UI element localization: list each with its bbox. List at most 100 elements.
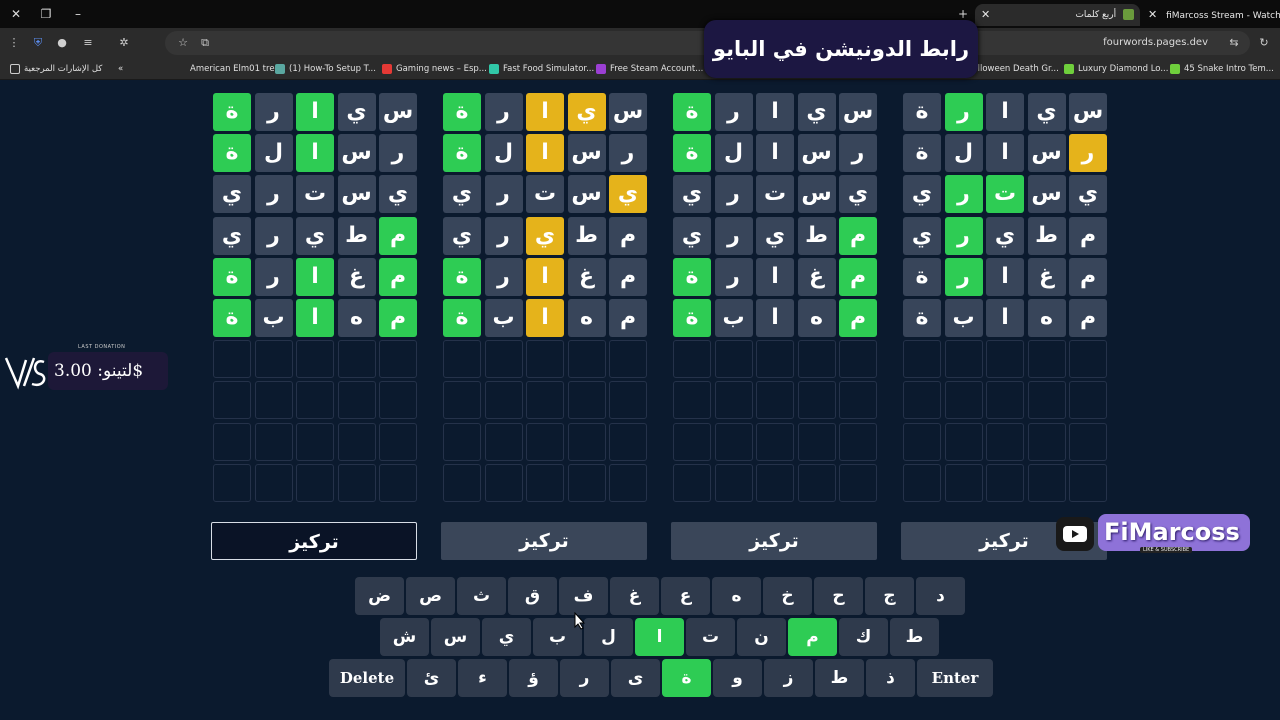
keyboard-key[interactable]: ا — [635, 618, 684, 656]
keyboard-key[interactable]: ص — [406, 577, 455, 615]
youtube-icon — [382, 63, 392, 74]
keyboard-key[interactable]: ه — [712, 577, 761, 615]
letter-tile: ل — [944, 134, 983, 173]
close-tab-icon[interactable]: ✕ — [981, 4, 990, 26]
letter-tile: ة — [903, 93, 941, 131]
board-grid: سيارةرسالةيستريمطيريمغارةمهابة — [671, 93, 885, 505]
empty-tile — [443, 381, 481, 420]
keyboard-key[interactable]: ش — [380, 618, 429, 656]
reload-icon[interactable]: ↻ — [1256, 35, 1272, 51]
empty-tile — [903, 381, 941, 420]
bookmark-star-icon[interactable]: ☆ — [175, 35, 191, 51]
letter-tile: ي — [567, 93, 606, 131]
keyboard-key[interactable]: ح — [814, 577, 863, 615]
bookmark-all[interactable]: كل الإشارات المرجعية — [10, 58, 102, 80]
letter-tile: س — [379, 93, 417, 131]
menu-icon[interactable]: ⋮ — [6, 35, 22, 51]
keyboard-key[interactable]: ك — [839, 618, 888, 656]
keyboard-key[interactable]: ل — [584, 618, 633, 656]
keyboard-key[interactable]: ئ — [407, 659, 456, 697]
keyboard-key[interactable]: ع — [661, 577, 710, 615]
keyboard-key[interactable]: ز — [764, 659, 813, 697]
bookmark-item[interactable]: Gaming news – Esp... — [382, 58, 487, 80]
focus-button[interactable]: تركيز — [671, 522, 877, 560]
keyboard-key[interactable]: خ — [763, 577, 812, 615]
keyboard-key[interactable]: ء — [458, 659, 507, 697]
url-text[interactable]: fourwords.pages.dev — [1103, 31, 1208, 55]
keyboard-key[interactable]: ف — [559, 577, 608, 615]
empty-tile — [714, 422, 753, 461]
bookmark-item[interactable]: (1) How-To Setup T... — [275, 58, 376, 80]
extensions-icon[interactable]: ≡ — [80, 35, 96, 51]
site-settings-icon[interactable]: ⇆ — [1226, 35, 1242, 51]
keyboard-key[interactable]: ج — [865, 577, 914, 615]
close-window-icon[interactable]: ✕ — [8, 6, 24, 22]
keyboard-key[interactable]: ث — [457, 577, 506, 615]
bookmarks-bar: كل الإشارات المرجعية « American Elm01 tr… — [0, 58, 1280, 80]
minimize-window-icon[interactable]: – — [70, 6, 86, 22]
empty-tile — [213, 463, 251, 502]
chevron-left-icon[interactable]: « — [118, 58, 123, 80]
keyboard-key[interactable]: ر — [560, 659, 609, 697]
letter-tile: ي — [673, 216, 711, 255]
bookmark-item[interactable]: American Elm01 tre... — [190, 58, 283, 80]
empty-tile — [337, 422, 376, 461]
empty-tile — [1027, 463, 1066, 502]
letter-tile: ط — [337, 216, 376, 255]
keyboard-key[interactable]: غ — [610, 577, 659, 615]
keyboard-key[interactable]: د — [916, 577, 965, 615]
focus-button[interactable]: تركيز — [441, 522, 647, 560]
letter-tile: ر — [714, 175, 753, 214]
letter-tile: ت — [526, 175, 564, 214]
puzzle-icon[interactable]: ✲ — [116, 35, 132, 51]
empty-tile — [379, 340, 417, 379]
profile-icon[interactable]: ● — [54, 35, 70, 51]
keyboard-key[interactable]: ت — [686, 618, 735, 656]
shield-icon[interactable]: ⛨ — [30, 35, 46, 51]
enter-key[interactable]: Enter — [917, 659, 993, 697]
streamer-logo-icon — [4, 357, 46, 390]
keyboard-key[interactable]: ط — [890, 618, 939, 656]
restore-window-icon[interactable]: ❐ — [38, 6, 54, 22]
letter-tile: ي — [337, 93, 376, 131]
install-app-icon[interactable]: ⧉ — [197, 35, 213, 51]
keyboard-key[interactable]: ي — [482, 618, 531, 656]
browser-toolbar: ⋮ ⛨ ● ≡ ✲ ☆ ⧉ fourwords.pages.dev ⇆ ↻ — [0, 28, 1280, 58]
tab-stream[interactable]: ✕ fiMarcoss Stream - Watch Live — [1142, 4, 1280, 26]
empty-tile — [797, 340, 836, 379]
letter-tile: ا — [526, 134, 564, 173]
site-icon — [1170, 63, 1180, 74]
empty-tile — [714, 463, 753, 502]
keyboard-key[interactable]: ى — [611, 659, 660, 697]
empty-tile — [1069, 340, 1107, 379]
bookmark-item[interactable]: Free Steam Account... — [596, 58, 703, 80]
letter-tile: م — [379, 299, 417, 337]
empty-tile — [1027, 422, 1066, 461]
keyboard-key[interactable]: و — [713, 659, 762, 697]
keyboard-key[interactable]: ذ — [866, 659, 915, 697]
board-4: سيارةرسالةيستريمطيريمغارةمهابة تركيز — [901, 93, 1115, 563]
empty-tile — [296, 381, 334, 420]
keyboard-key[interactable]: ط — [815, 659, 864, 697]
close-tab-icon[interactable]: ✕ — [1148, 4, 1157, 26]
tab-four-words[interactable]: ✕ أربع كلمات — [975, 4, 1140, 26]
keyboard-key[interactable]: ة — [662, 659, 711, 697]
bookmark-item[interactable]: Luxury Diamond Lo... — [1064, 58, 1168, 80]
letter-tile: ي — [1069, 175, 1107, 214]
keyboard-key[interactable]: ض — [355, 577, 404, 615]
keyboard-key[interactable]: م — [788, 618, 837, 656]
folder-icon — [10, 63, 20, 74]
keyboard-key[interactable]: س — [431, 618, 480, 656]
keyboard-key[interactable]: ق — [508, 577, 557, 615]
keyboard-key[interactable]: ن — [737, 618, 786, 656]
empty-tile — [673, 381, 711, 420]
bookmark-item[interactable]: 45 Snake Intro Tem... — [1170, 58, 1274, 80]
letter-tile: ر — [839, 134, 877, 173]
bookmark-item[interactable]: Halloween Death Gr... — [966, 58, 1059, 80]
letter-tile: ت — [756, 175, 794, 214]
letter-tile: ة — [673, 93, 711, 131]
keyboard-key[interactable]: ؤ — [509, 659, 558, 697]
bookmark-item[interactable]: Fast Food Simulator... — [489, 58, 594, 80]
delete-key[interactable]: Delete — [329, 659, 405, 697]
focus-button[interactable]: تركيز — [211, 522, 417, 560]
